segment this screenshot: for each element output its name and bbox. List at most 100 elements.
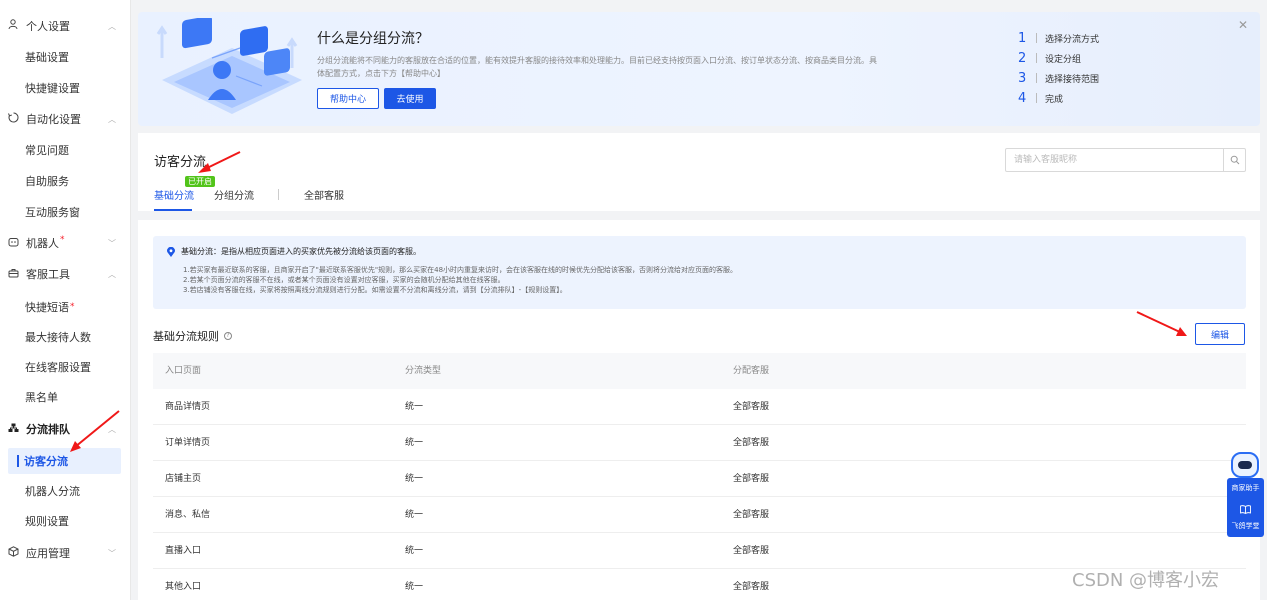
info-line: 2.若某个页面分流的客服不在线，或者某个页面没有设置对应客服，买家的会随机分配给… [183, 276, 505, 284]
table-row: 订单详情页 统一 全部客服 [153, 425, 1246, 461]
step-item: 4 完成 [1018, 88, 1099, 108]
info-line: 3.若店铺没有客服在线，买家将按照离线分流规则进行分配。如需设置不分流和离线分流… [183, 286, 567, 294]
info-rules-list: 1.若买家有最近联系的客服，且商家开启了"最近联系客服优先"规则，那么买家在48… [183, 265, 737, 295]
rules-title-text: 基础分流规则 [153, 330, 219, 343]
cell-assigned-agents: 全部客服 [733, 510, 770, 520]
step-number: 3 [1018, 70, 1027, 86]
watermark: CSDN @博客小宏 [1072, 570, 1220, 591]
setup-steps: 1 选择分流方式 2 设定分组 3 选择接待范围 4 完成 [1018, 28, 1099, 108]
sidebar-group-tools[interactable]: 客服工具 ︿ [0, 261, 131, 287]
location-pin-icon [167, 246, 175, 257]
info-line: 1.若买家有最近联系的客服，且商家开启了"最近联系客服优先"规则，那么买家在48… [183, 266, 738, 274]
search-input[interactable] [1006, 149, 1223, 171]
merchant-assistant-label[interactable]: 商家助手 [1227, 483, 1264, 493]
visitor-routing-header: 访客分流 基础分流 已开启 分组分流 全部客服 [138, 133, 1260, 211]
close-icon[interactable]: ✕ [1238, 18, 1248, 32]
automation-icon [6, 112, 20, 126]
banner-description: 分组分流能将不同能力的客服放在合适的位置，能有效提升客服的接待效率和处理能力。目… [317, 56, 877, 78]
search-icon[interactable] [1223, 149, 1245, 171]
step-number: 2 [1018, 50, 1027, 66]
table-row: 消息、私信 统一 全部客服 [153, 497, 1246, 533]
cube-icon [6, 546, 20, 560]
required-dot: * [70, 302, 75, 312]
basic-routing-content: 基础分流：是指从相应页面进入的买家优先被分流给该页面的客服。 1.若买家有最近联… [138, 220, 1260, 600]
column-header: 入口页面 [165, 366, 202, 376]
toolbox-icon [6, 268, 20, 281]
cell-assigned-agents: 全部客服 [733, 402, 770, 412]
step-number: 4 [1018, 90, 1027, 106]
step-label: 选择分流方式 [1045, 34, 1100, 45]
routing-icon [6, 423, 20, 436]
sidebar-item-visitor-routing[interactable]: 访客分流 [8, 448, 121, 474]
sidebar-group-robot[interactable]: 机器人* ﹀ [0, 230, 131, 256]
sidebar-item-label: 快捷短语 [25, 301, 69, 314]
cell-assigned-agents: 全部客服 [733, 546, 770, 556]
tab-group-routing[interactable]: 分组分流 [214, 187, 254, 202]
sidebar-item-robot-routing[interactable]: 机器人分流 [0, 478, 131, 504]
sidebar-group-app-management[interactable]: 应用管理 ﹀ [0, 540, 131, 566]
required-dot: * [60, 235, 65, 245]
sidebar-group-automation[interactable]: 自动化设置 ︿ [0, 106, 131, 132]
cell-assigned-agents: 全部客服 [733, 438, 770, 448]
tab-label: 基础分流 [154, 191, 194, 202]
user-icon [6, 19, 20, 33]
tab-all-agents[interactable]: 全部客服 [304, 187, 344, 202]
robot-icon [6, 237, 20, 250]
active-indicator [17, 455, 19, 467]
go-use-button[interactable]: 去使用 [384, 88, 436, 109]
cell-entry-page: 其他入口 [165, 582, 202, 592]
active-tab-underline [154, 209, 192, 211]
sidebar-item-faq[interactable]: 常见问题 [0, 137, 131, 163]
cell-assigned-agents: 全部客服 [733, 582, 770, 592]
banner-title: 什么是分组分流？ [317, 31, 429, 47]
column-header: 分配客服 [733, 366, 770, 376]
chevron-up-icon: ︿ [108, 114, 116, 124]
helper-panel: 商家助手 飞鸽学堂 [1227, 478, 1264, 537]
step-item: 3 选择接待范围 [1018, 68, 1099, 88]
cell-entry-page: 商品详情页 [165, 402, 211, 412]
chevron-down-icon: ﹀ [108, 238, 116, 248]
sidebar-item-max-reception[interactable]: 最大接待人数 [0, 324, 131, 350]
sidebar-item-rule-settings[interactable]: 规则设置 [0, 508, 131, 534]
robot-avatar-icon [1231, 452, 1259, 478]
page-title: 访客分流 [154, 155, 207, 170]
step-label: 设定分组 [1045, 54, 1082, 65]
sidebar-group-label: 机器人* [26, 235, 65, 251]
cell-entry-page: 消息、私信 [165, 510, 211, 520]
help-icon[interactable]: ? [224, 332, 232, 340]
sidebar-item-online-settings[interactable]: 在线客服设置 [0, 354, 131, 380]
sidebar-group-routing[interactable]: 分流排队 ︿ [0, 416, 131, 442]
sidebar-group-personal[interactable]: 个人设置 ︿ [0, 13, 131, 39]
cell-routing-type: 统一 [405, 582, 424, 592]
chevron-up-icon: ︿ [108, 21, 116, 31]
sidebar-item-blacklist[interactable]: 黑名单 [0, 384, 131, 410]
sidebar-group-label: 个人设置 [26, 20, 70, 33]
cell-assigned-agents: 全部客服 [733, 474, 770, 484]
cell-entry-page: 直播入口 [165, 546, 202, 556]
sidebar-nav: 个人设置 ︿ 基础设置 快捷键设置 自动化设置 ︿ 常见问题 自助服务 互动服务… [0, 0, 131, 600]
column-header: 分流类型 [405, 366, 442, 376]
step-label: 选择接待范围 [1045, 74, 1100, 85]
sidebar-group-label: 自动化设置 [26, 113, 81, 126]
table-header-row: 入口页面 分流类型 分配客服 [153, 353, 1246, 389]
status-badge: 已开启 [185, 176, 215, 187]
step-item: 2 设定分组 [1018, 48, 1099, 68]
help-center-button[interactable]: 帮助中心 [317, 88, 379, 109]
step-label: 完成 [1045, 94, 1064, 105]
step-number: 1 [1018, 30, 1027, 46]
sidebar-item-interactive-window[interactable]: 互动服务窗 [0, 199, 131, 225]
feige-academy-label[interactable]: 飞鸽学堂 [1227, 521, 1264, 531]
sidebar-item-basic-settings[interactable]: 基础设置 [0, 44, 131, 70]
sidebar-item-shortcut-settings[interactable]: 快捷键设置 [0, 75, 131, 101]
tab-divider [278, 189, 279, 200]
book-icon[interactable] [1240, 505, 1251, 517]
cell-routing-type: 统一 [405, 402, 424, 412]
intro-banner: 什么是分组分流？ 分组分流能将不同能力的客服放在合适的位置，能有效提升客服的接待… [138, 12, 1260, 126]
sidebar-group-label: 分流排队 [26, 423, 70, 436]
cell-entry-page: 订单详情页 [165, 438, 211, 448]
tab-basic-routing[interactable]: 基础分流 已开启 [154, 176, 215, 202]
merchant-helper-widget[interactable]: 商家助手 飞鸽学堂 [1227, 450, 1264, 537]
sidebar-item-self-service[interactable]: 自助服务 [0, 168, 131, 194]
sidebar-item-quick-phrases[interactable]: 快捷短语 * [0, 294, 131, 320]
edit-button[interactable]: 编辑 [1195, 323, 1245, 345]
